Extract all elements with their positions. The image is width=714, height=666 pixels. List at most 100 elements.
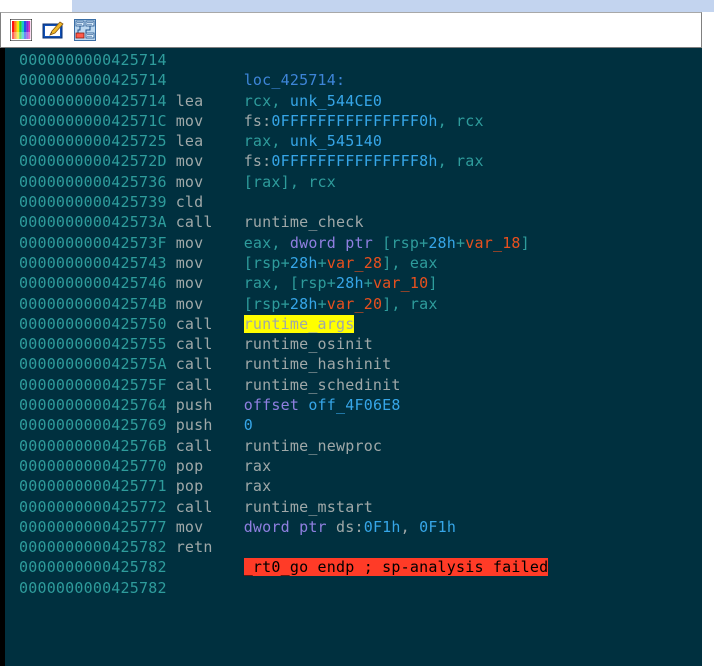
disassembly-line[interactable]: 000000000042571C mov fs:0FFFFFFFFFFFFFFF0h… <box>5 111 702 131</box>
disassembly-line[interactable]: 0000000000425782 _rt0_go endp ; sp-analys… <box>5 557 702 577</box>
line-operand: 28h <box>289 253 318 272</box>
line-operand: rax <box>243 477 272 496</box>
line-address: 0000000000425714 <box>19 71 167 90</box>
disassembly-line[interactable]: 0000000000425782 <box>5 578 702 598</box>
line-mnemonic: mov <box>175 172 204 191</box>
line-operand: + <box>317 253 327 272</box>
line-address: 000000000042574B <box>19 294 167 313</box>
line-mnemonic: call <box>175 436 213 455</box>
disassembly-line[interactable]: 000000000042575A call runtime_hashinit <box>5 354 702 374</box>
line-operand: runtime_hashinit <box>243 355 392 374</box>
line-address: 0000000000425725 <box>19 132 167 151</box>
line-operand[interactable]: unk_545140 <box>290 132 382 150</box>
line-address: 0000000000425750 <box>19 314 167 333</box>
line-address: 000000000042572D <box>19 152 167 171</box>
disassembly-line[interactable]: 0000000000425772 call runtime_mstart <box>5 497 702 517</box>
line-operand: [rsp+ <box>243 253 290 272</box>
line-operand: , <box>400 517 420 536</box>
color-palette-icon[interactable] <box>7 17 35 43</box>
line-mnemonic: pop <box>175 477 204 496</box>
window-chrome-strip <box>0 0 714 12</box>
disassembly-line[interactable]: 0000000000425782 retn <box>5 537 702 557</box>
pencil-edit-icon[interactable] <box>39 17 67 43</box>
disassembly-line[interactable]: 0000000000425769 push 0 <box>5 415 702 435</box>
disassembly-line[interactable]: 000000000042573A call runtime_check <box>5 212 702 232</box>
line-mnemonic: mov <box>175 253 204 272</box>
line-address: 0000000000425782 <box>19 558 167 577</box>
line-address: 000000000042573A <box>19 213 167 232</box>
line-address: 000000000042575A <box>19 355 167 374</box>
line-operand: [rsp+ <box>243 294 290 313</box>
line-address: 000000000042576B <box>19 436 167 455</box>
line-address: 000000000042573F <box>19 233 167 252</box>
disassembly-line[interactable]: 000000000042574B mov [rsp+28h+var_20], rax <box>5 294 702 314</box>
line-mnemonic: mov <box>175 517 204 536</box>
disassembly-line[interactable]: 0000000000425714 lea rcx, unk_544CE0 <box>5 91 702 111</box>
line-mnemonic: call <box>175 497 213 516</box>
line-operand: + <box>363 274 373 293</box>
line-operand: runtime_newproc <box>243 436 383 455</box>
disassembly-pane[interactable]: 0000000000425714 0000000000425714 loc_4257… <box>0 48 702 666</box>
line-mnemonic: lea <box>175 91 204 110</box>
line-address: 000000000042575F <box>19 375 167 394</box>
line-operand: rax, [rsp+ <box>243 274 337 293</box>
disassembly-line[interactable]: 0000000000425743 mov [rsp+28h+var_28], eax <box>5 253 702 273</box>
line-mnemonic: cld <box>175 193 204 212</box>
disassembly-line[interactable]: 0000000000425755 call runtime_osinit <box>5 334 702 354</box>
disassembly-line[interactable]: 0000000000425725 lea rax, unk_545140 <box>5 131 702 151</box>
line-operand: var_28 <box>326 253 383 272</box>
line-mnemonic: mov <box>175 111 204 130</box>
disassembly-line[interactable]: 0000000000425750 call runtime_args <box>5 314 702 334</box>
line-address: 000000000042571C <box>19 111 167 130</box>
line-mnemonic: pop <box>175 456 204 475</box>
line-mnemonic: lea <box>175 132 204 151</box>
line-mnemonic: push <box>175 416 213 435</box>
disassembly-line[interactable]: 0000000000425777 mov dword ptr ds:0F1h, 0F… <box>5 517 702 537</box>
disassembly-line[interactable]: 000000000042576B call runtime_newproc <box>5 436 702 456</box>
highlighted-operand[interactable]: runtime_args <box>243 314 355 333</box>
disassembly-line[interactable]: 0000000000425714 loc_425714: <box>5 70 702 90</box>
line-operand: 0FFFFFFFFFFFFFFF8h <box>271 152 438 171</box>
line-operand: rax <box>243 456 272 475</box>
disassembly-line[interactable]: 000000000042572D mov fs:0FFFFFFFFFFFFFFF8h… <box>5 151 702 171</box>
disassembly-line[interactable]: 0000000000425770 pop rax <box>5 456 702 476</box>
line-address: 0000000000425746 <box>19 274 167 293</box>
line-operand: dword ptr <box>243 517 337 536</box>
line-mnemonic: mov <box>175 233 204 252</box>
line-operand[interactable]: unk_544CE0 <box>290 92 382 110</box>
disassembly-line[interactable]: 0000000000425739 cld <box>5 192 702 212</box>
line-operand: var_20 <box>326 294 383 313</box>
line-operand: + <box>456 233 466 252</box>
line-operand: ] <box>428 274 438 293</box>
line-address: 0000000000425714 <box>19 51 167 69</box>
line-address: 0000000000425743 <box>19 253 167 272</box>
line-operand: ], rax <box>382 294 438 313</box>
window-chrome-accent <box>72 0 714 12</box>
toolbar <box>0 12 702 48</box>
line-mnemonic: mov <box>175 274 204 293</box>
line-operand: 0F1h <box>419 517 457 536</box>
disassembly-line[interactable]: 0000000000425771 pop rax <box>5 476 702 496</box>
line-operand: var_18 <box>465 233 521 252</box>
ida-disassembly-window: 0000000000425714 0000000000425714 loc_4257… <box>0 0 714 666</box>
line-operand[interactable]: off_4F06E8 <box>308 396 400 414</box>
disassembly-line[interactable]: 0000000000425736 mov [rax], rcx <box>5 172 702 192</box>
line-operand: 28h <box>289 294 318 313</box>
graph-view-icon[interactable] <box>71 17 99 43</box>
disassembly-line[interactable]: 000000000042575F call runtime_schedinit <box>5 375 702 395</box>
line-operand: ] <box>520 233 530 252</box>
code-label[interactable]: loc_425714: <box>244 71 346 89</box>
line-address: 0000000000425782 <box>19 578 167 597</box>
line-operand: ds: <box>336 517 364 536</box>
line-mnemonic: call <box>175 335 213 354</box>
disassembly-line[interactable]: 0000000000425746 mov rax, [rsp+28h+var_10] <box>5 273 702 293</box>
line-operand: runtime_mstart <box>243 497 373 516</box>
disassembly-line[interactable]: 000000000042573F mov eax, dword ptr [rsp+2… <box>5 233 702 253</box>
disassembly-line[interactable]: 0000000000425764 push offset off_4F06E8 <box>5 395 702 415</box>
line-operand: 0F1h <box>363 517 401 536</box>
line-operand: , rcx <box>437 111 484 130</box>
line-operand: 28h <box>428 233 457 252</box>
disassembly-line[interactable]: 0000000000425714 <box>5 50 702 70</box>
line-operand: runtime_check <box>243 213 364 232</box>
line-operand: + <box>317 294 327 313</box>
